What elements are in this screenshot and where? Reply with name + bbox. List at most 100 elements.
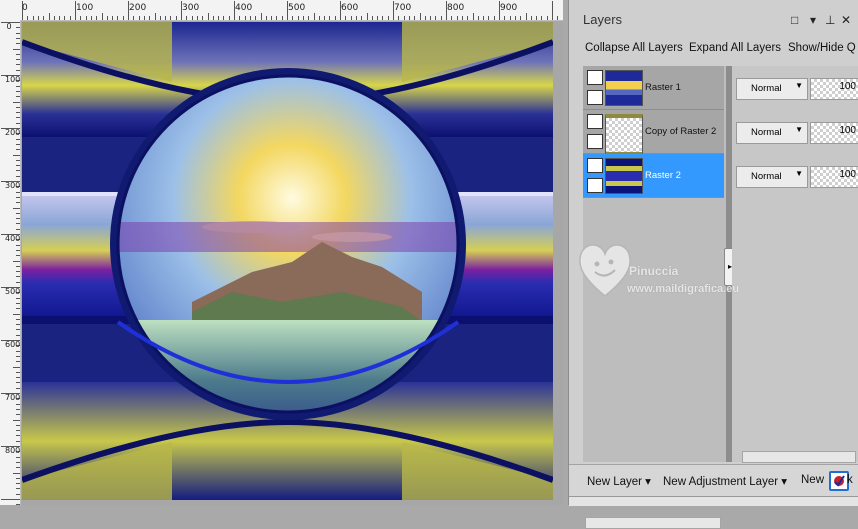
ruler-tick (143, 16, 145, 20)
eye-icon[interactable] (587, 90, 603, 105)
new-layer-button[interactable]: New Layer ▾ (587, 474, 651, 488)
ruler-tick (430, 16, 432, 20)
ruler-tick (64, 16, 66, 20)
ruler-tick (483, 16, 485, 20)
pin-icon[interactable]: ⊥ (825, 13, 835, 27)
mask-icon[interactable] (829, 471, 849, 491)
ruler-tick (16, 175, 20, 177)
layer-row-raster-2[interactable]: Raster 2 (583, 154, 724, 198)
layers-bottom-bar: New Layer ▾ New Adjustment Layer ▾ New k (569, 464, 858, 497)
layers-panel: Layers □ ▾ ⊥ ✕ Collapse All Layers Expan… (568, 0, 858, 529)
blend-mode-select[interactable]: Normal ▼ (736, 166, 808, 188)
ruler-tick (16, 483, 20, 485)
ruler-tick (186, 16, 188, 20)
ruler-tick (16, 371, 20, 373)
ruler-label: 800 (5, 446, 21, 455)
ruler-tick (461, 16, 463, 20)
horizontal-ruler: 0 100 200 300 400 500 600 700 800 900 (0, 0, 563, 21)
layer-row-copy-of-raster-2[interactable]: Copy of Raster 2 (583, 110, 724, 156)
ruler-tick (514, 16, 516, 20)
ruler-tick (260, 13, 262, 20)
artwork-image[interactable] (22, 22, 553, 500)
ruler-tick (16, 122, 20, 124)
ruler-tick (16, 377, 20, 379)
ruler-tick (112, 16, 114, 20)
ruler-tick (175, 16, 177, 20)
ruler-tick (16, 350, 20, 352)
ruler-tick (218, 16, 220, 20)
close-icon[interactable]: ✕ (841, 13, 851, 27)
restore-icon[interactable]: □ (791, 13, 798, 27)
layer-name: Copy of Raster 2 (645, 126, 717, 137)
opacity-field[interactable]: 100 (810, 78, 858, 100)
watermark-name: Pinuccia (629, 264, 679, 278)
ruler-tick (16, 27, 20, 29)
ruler-tick (16, 143, 20, 145)
properties-scrollbar[interactable] (742, 451, 856, 463)
expand-all-button[interactable]: Expand All Layers (689, 42, 781, 54)
layers-toolbar: Collapse All Layers Expand All Layers Sh… (569, 36, 858, 62)
ruler-tick (451, 16, 453, 20)
ruler-tick (16, 430, 20, 432)
ruler-tick (16, 37, 20, 39)
ruler-tick (1, 499, 20, 500)
new-layer-label: New Layer (587, 476, 642, 488)
ruler-tick (302, 16, 304, 20)
ruler-tick (334, 16, 336, 20)
layer-thumbnail (605, 114, 643, 156)
ruler-tick (117, 16, 119, 20)
ruler-tick (85, 16, 87, 20)
ruler-tick (13, 472, 20, 474)
ruler-tick (13, 313, 20, 315)
new-adjustment-layer-button[interactable]: New Adjustment Layer ▾ (663, 474, 787, 488)
ruler-tick (509, 16, 511, 20)
ruler-tick (16, 302, 20, 304)
ruler-tick (96, 16, 98, 20)
show-hide-button[interactable]: Show/Hide Q (788, 42, 856, 54)
ruler-tick (16, 59, 20, 61)
canvas-area[interactable]: 0 100 200 300 400 500 600 700 800 900 0 … (0, 0, 563, 506)
ruler-tick (16, 387, 20, 389)
ruler-label: 300 (182, 3, 200, 13)
ruler-tick (122, 16, 124, 20)
layers-list-scrollbar[interactable] (585, 517, 721, 529)
layer-row-raster-1[interactable]: Raster 1 (583, 66, 724, 110)
ruler-tick (16, 170, 20, 172)
collapse-all-button[interactable]: Collapse All Layers (585, 42, 683, 54)
ruler-tick (16, 32, 20, 34)
ruler-label: 100 (76, 3, 94, 13)
ruler-label: 500 (5, 287, 21, 296)
eye-icon[interactable] (587, 178, 603, 193)
opacity-field[interactable]: 100 (810, 166, 858, 188)
ruler-tick (13, 154, 20, 156)
ruler-tick (520, 16, 522, 20)
ruler-tick (16, 96, 20, 98)
ruler-label: 500 (288, 3, 306, 13)
ruler-tick (371, 16, 373, 20)
blend-mode-select[interactable]: Normal ▼ (736, 78, 808, 100)
ruler-label: 200 (5, 128, 21, 137)
ruler-tick (90, 16, 92, 20)
ruler-tick (504, 16, 506, 20)
opacity-field[interactable]: 100 (810, 122, 858, 144)
ruler-tick (477, 16, 479, 20)
ruler-tick (16, 191, 20, 193)
ruler-tick (281, 16, 283, 20)
ruler-tick (165, 16, 167, 20)
ruler-tick (16, 456, 20, 458)
ruler-tick (382, 16, 384, 20)
ruler-tick (265, 16, 267, 20)
eye-icon[interactable] (587, 134, 603, 149)
ruler-tick (249, 16, 251, 20)
panel-menu-icon[interactable]: ▾ (810, 13, 816, 27)
blend-mode-value: Normal (751, 171, 782, 182)
blend-mode-select[interactable]: Normal ▼ (736, 122, 808, 144)
new-mask-button[interactable]: New (801, 474, 824, 486)
ruler-tick (13, 366, 20, 368)
ruler-tick (414, 16, 416, 20)
ruler-tick (16, 329, 20, 331)
ruler-tick (408, 16, 410, 20)
ruler-tick (228, 16, 230, 20)
ruler-tick (16, 138, 20, 140)
ruler-tick (43, 16, 45, 20)
